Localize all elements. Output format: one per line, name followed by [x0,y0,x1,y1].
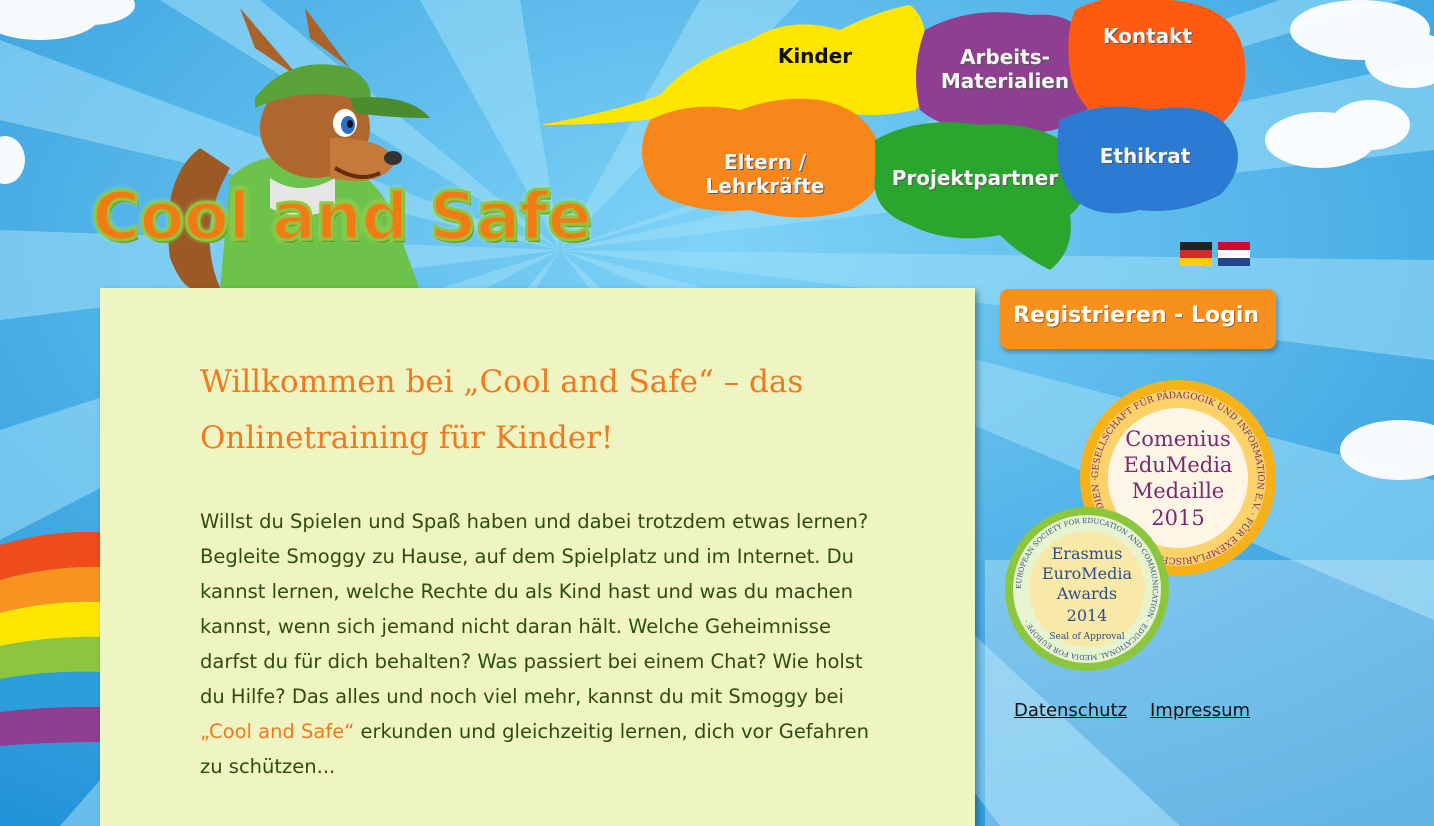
intro-paragraph: Willst du Spielen und Spaß haben und dab… [200,504,870,784]
nav-item-projektpartner-label: Projektpartner [891,166,1059,190]
award2-line3: Awards [1056,584,1117,603]
cool-and-safe-link[interactable]: „Cool and Safe“ [200,720,354,743]
nav-item-kontakt[interactable]: Kontakt [1090,24,1205,48]
nav-item-eltern-line2: Lehrkräfte [705,174,825,198]
content-panel: Willkommen bei „Cool and Safe“ – das Onl… [100,288,975,826]
intro-text-before: Willst du Spielen und Spaß haben und dab… [200,510,869,708]
nav-item-arbeits-line1: Arbeits- [960,45,1050,69]
nav-item-projektpartner[interactable]: Projektpartner [880,166,1070,190]
nav-item-kontakt-label: Kontakt [1102,24,1193,48]
nav-item-eltern-line1: Eltern / [723,150,806,174]
award1-line1: Comenius [1125,427,1231,451]
award1-line3: Medaille [1132,479,1224,503]
site-logo[interactable]: Cool and Safe [90,177,593,257]
award2-line2: EuroMedia [1042,564,1132,583]
rainbow-icon [0,531,100,746]
datenschutz-link[interactable]: Datenschutz [1014,700,1127,721]
nav-item-ethikrat[interactable]: Ethikrat [1085,144,1205,168]
page-title: Willkommen bei „Cool and Safe“ – das Onl… [200,364,804,456]
nav-item-kinder[interactable]: Kinder [770,44,860,68]
nav-item-kinder-label: Kinder [777,44,853,68]
award2-line4: 2014 [1067,606,1108,625]
nav-item-ethikrat-label: Ethikrat [1099,144,1191,168]
nav-item-arbeits-line2: Materialien [940,69,1070,93]
award-erasmus-euromedia[interactable]: EUROPEAN SOCIETY FOR EDUCATION AND COMMU… [1003,505,1171,673]
award2-line1: Erasmus [1052,544,1123,563]
language-flags [1180,242,1250,266]
nav-blob-projektpartner [874,122,1087,270]
award1-line2: EduMedia [1124,453,1233,477]
award2-seal: Seal of Approval [1049,632,1124,642]
register-login-button[interactable]: Registrieren - Login [1000,289,1276,349]
nav-item-eltern-lehrkraefte[interactable]: Eltern / Lehrkräfte [690,150,840,198]
nav-item-arbeitsmaterialien[interactable]: Arbeits- Materialien [930,45,1080,93]
impressum-link[interactable]: Impressum [1150,700,1250,721]
